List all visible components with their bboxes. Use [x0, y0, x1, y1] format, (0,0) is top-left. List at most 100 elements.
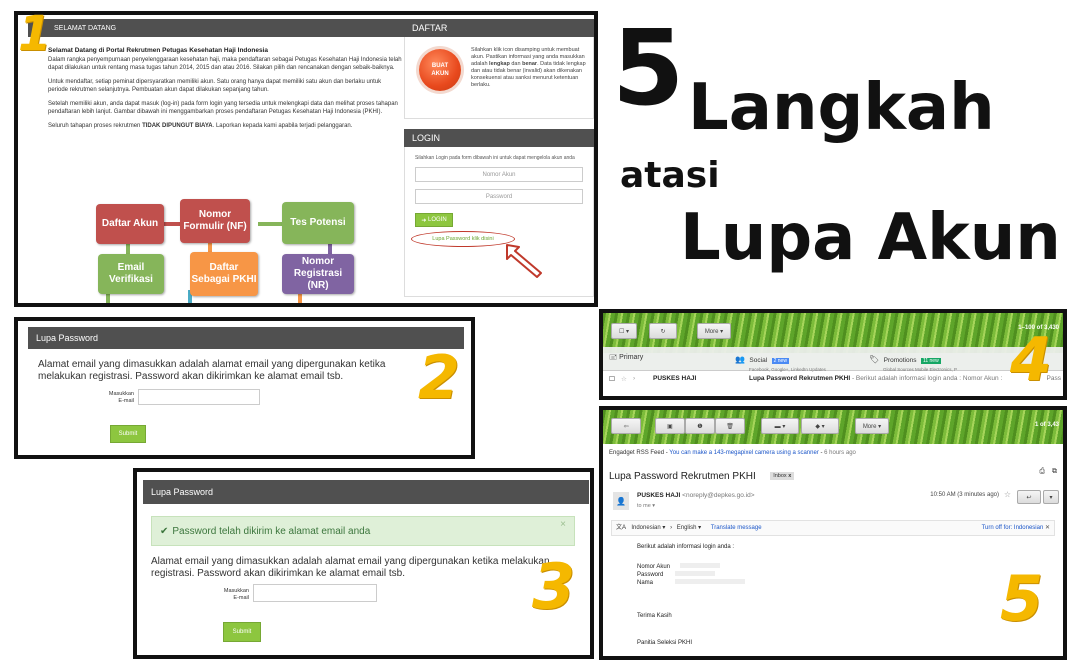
field-password: Password: [637, 571, 937, 579]
welcome-para-4: Seluruh tahapan proses rekrutmen TIDAK D…: [48, 122, 402, 130]
login-body: Silahkan Login pada form dibawah ini unt…: [404, 147, 594, 297]
refresh-icon: ↻: [660, 328, 666, 335]
remove-label-icon[interactable]: x: [788, 473, 791, 479]
email-input[interactable]: [253, 584, 377, 602]
select-checkbox-button[interactable]: ☐ ▾: [611, 323, 637, 339]
message-subject-row: Lupa Password Rekrutmen PKHI Inbox x ⎙ ⧉: [609, 466, 1057, 482]
more-label: More ▾: [862, 423, 882, 430]
password-sent-header: Lupa Password: [143, 480, 589, 504]
flow-nomor-registrasi: Nomor Registrasi (NR): [282, 254, 354, 294]
daftar-header-label: DAFTAR: [412, 23, 448, 33]
email-row[interactable]: ☐ ☆ › PUSKES HAJI Lupa Password Rekrutme…: [603, 375, 1063, 391]
redacted-value: [675, 571, 716, 576]
password-sent-title: Lupa Password: [151, 487, 214, 497]
success-alert-text: Password telah dikirim ke alamat email a…: [172, 525, 371, 537]
submit-label: Submit: [232, 629, 252, 635]
welcome-para-2: Untuk mendaftar, setiap peminat dipersya…: [48, 79, 382, 93]
para4-text-c: . Laporkan kepada kami apabila terjadi p…: [212, 123, 353, 129]
chevron-down-icon: ▾: [1049, 494, 1053, 501]
archive-icon: ▣: [667, 423, 673, 430]
account-field-label: Nomor Akun: [637, 564, 671, 570]
more-button[interactable]: More ▾: [855, 418, 889, 434]
promotions-new-badge: 11 new: [920, 358, 941, 364]
message-counter: 1 of 3,43: [1034, 422, 1059, 428]
buat-akun-button[interactable]: BUAT AKUN: [419, 49, 461, 91]
row-checkbox-icon[interactable]: ☐: [609, 375, 615, 383]
report-spam-button[interactable]: ❶: [685, 418, 715, 434]
back-button[interactable]: ⇦: [611, 418, 641, 434]
tab-promotions-subtitle: Global Sources Mobile Electronics, P: [883, 367, 958, 372]
login-arrow-icon: ➜: [421, 217, 429, 224]
more-label: More ▾: [704, 328, 724, 335]
field-name: Nama: [637, 579, 937, 587]
people-icon: 👥: [735, 355, 745, 364]
sender-name: PUSKES HAJI: [637, 492, 681, 499]
headline-word-atasi: atasi: [620, 155, 720, 196]
submit-label: Submit: [118, 431, 138, 437]
submit-button[interactable]: Submit: [223, 622, 261, 642]
details-chevron-icon: ▾: [652, 503, 656, 509]
check-icon: ✔: [160, 525, 169, 537]
step-number-1: 1: [18, 6, 52, 62]
translate-message-link[interactable]: Translate message: [711, 525, 762, 531]
buat-akun-label: BUAT AKUN: [431, 63, 449, 77]
email-label: Masukkan E-mail: [108, 391, 134, 404]
star-icon[interactable]: ☆: [621, 375, 627, 383]
print-icon[interactable]: ⎙: [1039, 468, 1045, 476]
folder-icon: ▬ ▾: [774, 423, 786, 430]
language-arrow-icon: ›: [670, 525, 673, 531]
para4-text-a: Seluruh tahapan proses rekrutmen: [48, 123, 143, 129]
email-input[interactable]: [138, 389, 260, 405]
flow-daftar-pkhi: Daftar Sebagai PKHI: [190, 252, 258, 296]
rss-feed-bar[interactable]: Engadget RSS Feed - You can make a 143-m…: [603, 446, 1063, 460]
close-icon[interactable]: ✕: [1045, 525, 1050, 531]
sender-email: <noreply@depkes.go.id>: [682, 492, 755, 499]
turn-off-translate[interactable]: Turn off for: Indonesian ✕: [982, 521, 1050, 535]
translate-icon: 文A: [616, 525, 626, 531]
tab-promotions[interactable]: 🏷 Promotions 11 new Global Sources Mobil…: [869, 349, 999, 372]
label-tag-icon: ◆ ▾: [815, 423, 825, 430]
more-button[interactable]: More ▾: [697, 323, 731, 339]
flow-nomor-formulir: Nomor Formulir (NF): [180, 199, 250, 243]
labels-button[interactable]: ◆ ▾: [801, 418, 839, 434]
refresh-button[interactable]: ↻: [649, 323, 677, 339]
reply-button[interactable]: ↩: [1017, 490, 1041, 504]
inbox-tabs: 🖃 Primary 👥 Social 2 new Facebook, Googl…: [603, 347, 1063, 372]
tab-social[interactable]: 👥 Social 2 new Facebook, Google+, Linked…: [735, 349, 865, 372]
forgot-password-message: Alamat email yang dimasukkan adalah alam…: [38, 359, 386, 382]
para4-bold: TIDAK DIPUNGUT BIAYA: [142, 123, 213, 129]
row-snippet: - Berikut adalah informasi login anda : …: [850, 375, 1003, 382]
submit-button[interactable]: Submit: [110, 425, 146, 443]
recipient-line[interactable]: to me ▾: [637, 503, 655, 509]
reply-options-button[interactable]: ▾: [1043, 490, 1059, 504]
field-account: Nomor Akun: [637, 563, 937, 571]
step-number-4: 4: [1010, 325, 1052, 395]
sidebar-column: DAFTAR BUAT AKUN Silahkan klik icon disa…: [404, 19, 594, 303]
rss-source: Engadget RSS Feed: [609, 450, 665, 456]
headline-number: 5: [612, 7, 685, 129]
success-alert: ✔ Password telah dikirim ke alamat email…: [151, 516, 575, 546]
headline-word-lupa-akun: Lupa Akun: [680, 201, 1061, 275]
login-button[interactable]: ➜ LOGIN: [415, 213, 453, 227]
account-number-placeholder: Nomor Akun: [482, 171, 516, 178]
recipient: to me: [637, 503, 651, 509]
star-icon[interactable]: ☆: [1004, 490, 1011, 499]
tab-social-subtitle: Facebook, Google+, LinkedIn Updates: [749, 367, 826, 372]
row-subject: Lupa Password Rekrutmen PKHI: [749, 375, 851, 382]
tab-promotions-label: Promotions: [883, 357, 917, 364]
trash-icon: 🗑: [726, 423, 734, 430]
source-language-select[interactable]: Indonesian ▾: [631, 525, 665, 531]
target-language-select[interactable]: English ▾: [677, 525, 701, 531]
tab-primary[interactable]: 🖃 Primary: [609, 353, 643, 364]
headline-word-langkah: Langkah: [688, 71, 995, 145]
new-window-icon[interactable]: ⧉: [1052, 468, 1057, 476]
forgot-password-link[interactable]: Lupa Password klik disini: [411, 231, 515, 247]
password-input[interactable]: Password: [415, 189, 583, 204]
move-to-button[interactable]: ▬ ▾: [761, 418, 799, 434]
important-marker-icon[interactable]: ›: [633, 375, 635, 382]
delete-button[interactable]: 🗑: [715, 418, 745, 434]
close-alert-icon[interactable]: ×: [560, 519, 566, 530]
account-number-input[interactable]: Nomor Akun: [415, 167, 583, 182]
rss-headline: You can make a 143-megapixel camera usin…: [669, 450, 819, 456]
archive-button[interactable]: ▣: [655, 418, 685, 434]
